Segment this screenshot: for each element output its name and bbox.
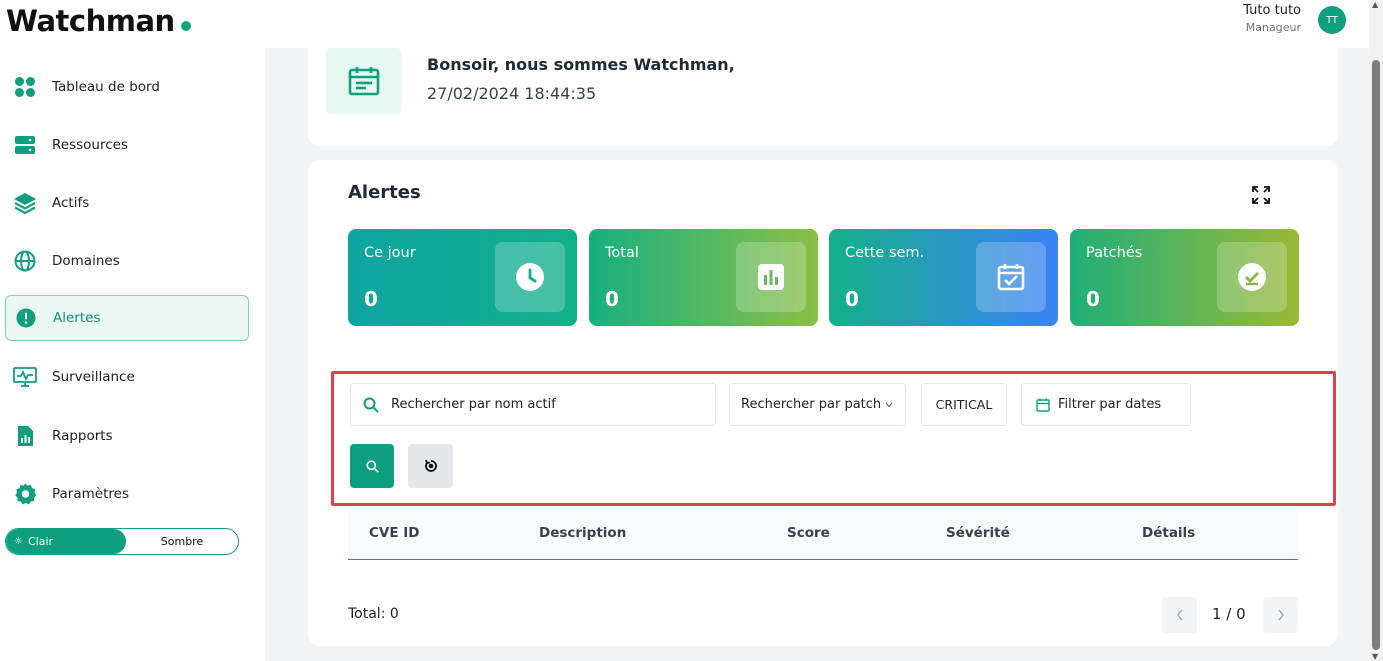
user-role: Manageur	[1245, 21, 1301, 34]
stat-label: Ce jour	[364, 245, 416, 261]
monitor-icon	[13, 365, 37, 389]
clock-icon	[495, 242, 565, 312]
sidebar-item-label: Tableau de bord	[52, 79, 160, 95]
column-header-description[interactable]: Description	[539, 525, 626, 541]
brand-name: Watchman	[6, 4, 175, 38]
search-placeholder: Rechercher par nom actif	[391, 397, 556, 412]
chevron-right-icon	[1277, 609, 1285, 621]
sun-icon: ☼	[14, 536, 23, 547]
app-logo[interactable]: Watchman	[6, 4, 191, 38]
sidebar-item-tableau-de-bord[interactable]: Tableau de bord	[5, 64, 249, 110]
chevron-down-icon	[885, 402, 893, 408]
calendar-icon	[326, 48, 401, 114]
date-filter-label: Filtrer par dates	[1058, 397, 1162, 412]
brand-dot-icon	[180, 21, 191, 31]
chevron-left-icon	[1176, 609, 1184, 621]
avatar[interactable]: TT	[1318, 6, 1346, 34]
page-title: Alertes	[348, 182, 421, 203]
stat-value: 0	[1086, 287, 1100, 311]
filter-panel: Rechercher par nom actif Rechercher par …	[331, 371, 1336, 506]
sidebar-item-label: Rapports	[52, 428, 113, 444]
sidebar-item-label: Alertes	[53, 310, 101, 326]
column-header-score[interactable]: Score	[787, 525, 830, 541]
sidebar-item-domaines[interactable]: Domaines	[5, 238, 249, 284]
severity-filter[interactable]: CRITICAL	[921, 383, 1007, 426]
pagination-status: 1 / 0	[1212, 605, 1246, 623]
column-header-cve-id[interactable]: CVE ID	[369, 525, 420, 541]
patch-select[interactable]: Rechercher par patch	[729, 383, 906, 426]
page-scrollbar[interactable]: ▲ ▼	[1369, 0, 1383, 661]
sidebar-item-label: Actifs	[52, 195, 90, 211]
gear-icon	[13, 482, 37, 506]
stat-value: 0	[845, 287, 859, 311]
alert-icon	[14, 306, 38, 330]
date-filter[interactable]: Filtrer par dates	[1021, 383, 1191, 426]
sidebar-item-parametres[interactable]: Paramètres	[5, 471, 249, 517]
theme-dark-label: Sombre	[160, 535, 204, 548]
welcome-title: Bonsoir, nous sommes Watchman,	[427, 55, 735, 74]
stat-card-cette-sem: Cette sem. 0	[829, 229, 1058, 326]
globe-icon	[13, 249, 37, 273]
stat-label: Cette sem.	[845, 245, 925, 261]
layers-icon	[13, 191, 37, 215]
sidebar-item-ressources[interactable]: Ressources	[5, 122, 249, 168]
calendar-icon	[1036, 398, 1050, 412]
sidebar: Tableau de bord Ressources Actifs Domain…	[0, 48, 265, 661]
stat-value: 0	[605, 287, 619, 311]
scroll-up-arrow-icon[interactable]: ▲	[1372, 0, 1378, 9]
search-icon	[363, 397, 379, 413]
sidebar-item-label: Domaines	[52, 253, 120, 269]
sidebar-item-label: Paramètres	[52, 486, 129, 502]
search-button[interactable]	[350, 444, 394, 488]
stat-card-ce-jour: Ce jour 0	[348, 229, 577, 326]
user-name: Tuto tuto	[1243, 3, 1301, 18]
scroll-thumb[interactable]	[1372, 60, 1380, 650]
stat-card-total: Total 0	[589, 229, 818, 326]
calendar-check-icon	[976, 242, 1046, 312]
sidebar-item-actifs[interactable]: Actifs	[5, 180, 249, 226]
pagination-prev-button[interactable]	[1162, 597, 1197, 633]
bar-chart-icon	[736, 242, 806, 312]
expand-icon[interactable]	[1252, 186, 1270, 204]
stat-value: 0	[364, 287, 378, 311]
user-info[interactable]: Tuto tuto Manageur	[1243, 3, 1301, 37]
sidebar-item-alertes[interactable]: Alertes	[5, 295, 249, 341]
theme-toggle[interactable]: ☼ Clair Sombre	[5, 528, 239, 555]
pagination-next-button[interactable]	[1263, 597, 1298, 633]
stat-card-patches: Patchés 0	[1070, 229, 1299, 326]
sidebar-item-surveillance[interactable]: Surveillance	[5, 354, 249, 400]
dashboard-icon	[13, 75, 37, 99]
stat-label: Patchés	[1086, 245, 1143, 261]
column-header-severite[interactable]: Sévérité	[946, 525, 1010, 541]
stat-label: Total	[605, 245, 639, 261]
welcome-datetime: 27/02/2024 18:44:35	[427, 84, 597, 103]
search-input[interactable]: Rechercher par nom actif	[350, 383, 716, 426]
welcome-card: Bonsoir, nous sommes Watchman, 27/02/202…	[308, 40, 1338, 146]
reset-icon	[424, 459, 438, 473]
server-icon	[13, 133, 37, 157]
patch-select-label: Rechercher par patch	[741, 397, 882, 412]
reset-button[interactable]	[408, 444, 453, 488]
total-count: Total: 0	[348, 606, 399, 622]
column-header-details[interactable]: Détails	[1142, 525, 1195, 541]
theme-light-label: Clair	[27, 535, 54, 548]
theme-light-option[interactable]: ☼ Clair	[6, 529, 126, 554]
report-icon	[13, 424, 37, 448]
alerts-card: Alertes Ce jour 0 Total 0 Cette sem. 0 P…	[308, 160, 1338, 646]
theme-dark-option[interactable]: Sombre	[126, 529, 238, 554]
sidebar-item-label: Ressources	[52, 137, 128, 153]
sidebar-item-label: Surveillance	[52, 369, 135, 385]
scroll-down-arrow-icon[interactable]: ▼	[1372, 652, 1378, 661]
check-circle-icon	[1217, 242, 1287, 312]
table-header: CVE ID Description Score Sévérité Détail…	[348, 510, 1298, 560]
search-icon	[365, 459, 379, 473]
sidebar-item-rapports[interactable]: Rapports	[5, 413, 249, 459]
